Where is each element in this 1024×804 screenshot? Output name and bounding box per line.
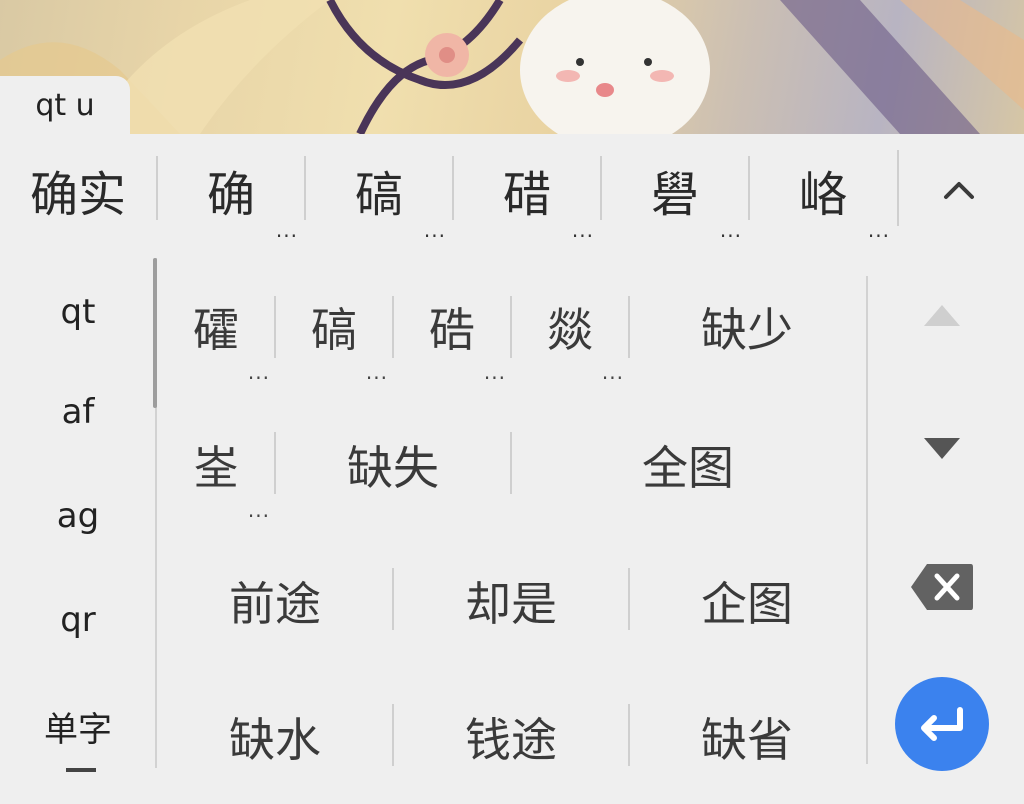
- pinyin-option[interactable]: ag: [0, 466, 156, 566]
- grid-candidate-more-indicator: ...: [247, 360, 270, 384]
- grid-candidate-label: 钱途: [465, 713, 557, 767]
- candidate-more-indicator: ...: [423, 218, 446, 242]
- enter-icon: [921, 707, 963, 741]
- pinyin-option-label: af: [61, 392, 95, 432]
- grid-candidate-more-indicator: ...: [483, 360, 506, 384]
- backspace-icon: [911, 564, 973, 610]
- backspace-button[interactable]: [900, 558, 984, 616]
- grid-candidate[interactable]: 企图: [630, 564, 864, 638]
- pinyin-scrollbar[interactable]: [153, 258, 157, 408]
- grid-candidate-label: 前途: [229, 577, 321, 631]
- page-up-button[interactable]: [900, 288, 984, 342]
- grid-candidate[interactable]: 缺失: [276, 428, 510, 502]
- grid-candidate-more-indicator: ...: [365, 360, 388, 384]
- expand-candidates-button[interactable]: [924, 134, 994, 246]
- grid-candidate-label: 硞: [429, 303, 475, 357]
- grid-candidate-label: 礭: [193, 303, 239, 357]
- wallpaper-background: [0, 0, 1024, 134]
- candidate-more-indicator: ...: [571, 218, 594, 242]
- grid-candidate-label: 全图: [642, 441, 734, 495]
- candidate-item[interactable]: 碻 ...: [306, 134, 452, 246]
- wallpaper-illustration: [0, 0, 1024, 134]
- candidate-more-indicator: ...: [275, 218, 298, 242]
- enter-button[interactable]: [895, 677, 989, 771]
- candidate-label: 碏: [502, 167, 551, 223]
- candidate-divider: [897, 150, 899, 226]
- grid-candidate[interactable]: 前途: [158, 564, 392, 638]
- grid-candidate[interactable]: 碻 ...: [276, 290, 392, 384]
- pinyin-option-label: qr: [60, 600, 96, 640]
- grid-candidate[interactable]: 硞 ...: [394, 290, 510, 384]
- grid-candidate[interactable]: 礭 ...: [158, 290, 274, 384]
- candidate-more-indicator: ...: [867, 218, 890, 242]
- candidate-label: 碻: [354, 167, 403, 223]
- grid-candidate[interactable]: 却是: [394, 564, 628, 638]
- grid-candidate[interactable]: 燚 ...: [512, 290, 628, 384]
- candidate-item[interactable]: 确实: [0, 134, 156, 246]
- composing-text: qt u: [0, 76, 130, 134]
- candidate-item[interactable]: 峈 ...: [750, 134, 896, 246]
- candidate-label: 确实: [29, 167, 126, 223]
- grid-candidate-label: 却是: [465, 577, 557, 631]
- grid-candidate[interactable]: 缺水: [158, 700, 392, 774]
- grid-candidate-label: 企图: [701, 577, 793, 631]
- controls-divider: [866, 276, 868, 764]
- pinyin-option-label: 单字: [44, 709, 112, 750]
- candidate-more-indicator: ...: [719, 218, 742, 242]
- candidate-label: 礐: [650, 167, 699, 223]
- candidate-label: 确: [206, 167, 255, 223]
- grid-candidate-label: 峑: [193, 441, 239, 495]
- grid-candidate-label: 缺失: [347, 441, 439, 495]
- grid-candidate-label: 碻: [311, 303, 357, 357]
- grid-candidate[interactable]: 峑 ...: [158, 428, 274, 522]
- pinyin-option[interactable]: qr: [0, 570, 156, 670]
- pinyin-option[interactable]: af: [0, 362, 156, 462]
- grid-candidate[interactable]: 缺省: [630, 700, 864, 774]
- candidate-item[interactable]: 确 ...: [158, 134, 304, 246]
- pinyin-option-label: qt: [60, 292, 96, 332]
- grid-candidate-label: 缺省: [701, 713, 793, 767]
- pinyin-option[interactable]: qt: [0, 262, 156, 362]
- grid-candidate-more-indicator: ...: [247, 498, 270, 522]
- candidate-item[interactable]: 碏 ...: [454, 134, 600, 246]
- candidate-bar: 确实 确 ... 碻 ... 碏 ... 礐 ... 峈 ...: [0, 134, 1024, 246]
- pinyin-options-list: qt af ag qr 单字: [0, 256, 156, 804]
- grid-candidate-label: 燚: [547, 303, 593, 357]
- grid-candidate[interactable]: 缺少: [630, 290, 864, 364]
- pinyin-option-single-char[interactable]: 单字: [0, 676, 156, 776]
- page-down-button[interactable]: [900, 422, 984, 476]
- grid-candidate-label: 缺水: [229, 713, 321, 767]
- single-char-indicator: [66, 768, 96, 772]
- grid-candidate-more-indicator: ...: [601, 360, 624, 384]
- candidate-label: 峈: [798, 167, 847, 223]
- chevron-up-icon: [944, 182, 974, 199]
- grid-candidate[interactable]: 钱途: [394, 700, 628, 774]
- triangle-up-icon: [924, 305, 960, 326]
- grid-candidate[interactable]: 全图: [512, 428, 864, 502]
- pinyin-option-label: ag: [56, 496, 100, 536]
- triangle-down-icon: [924, 438, 960, 459]
- grid-candidate-label: 缺少: [701, 303, 793, 357]
- candidate-item[interactable]: 礐 ...: [602, 134, 748, 246]
- composing-text-label: qt u: [35, 87, 95, 123]
